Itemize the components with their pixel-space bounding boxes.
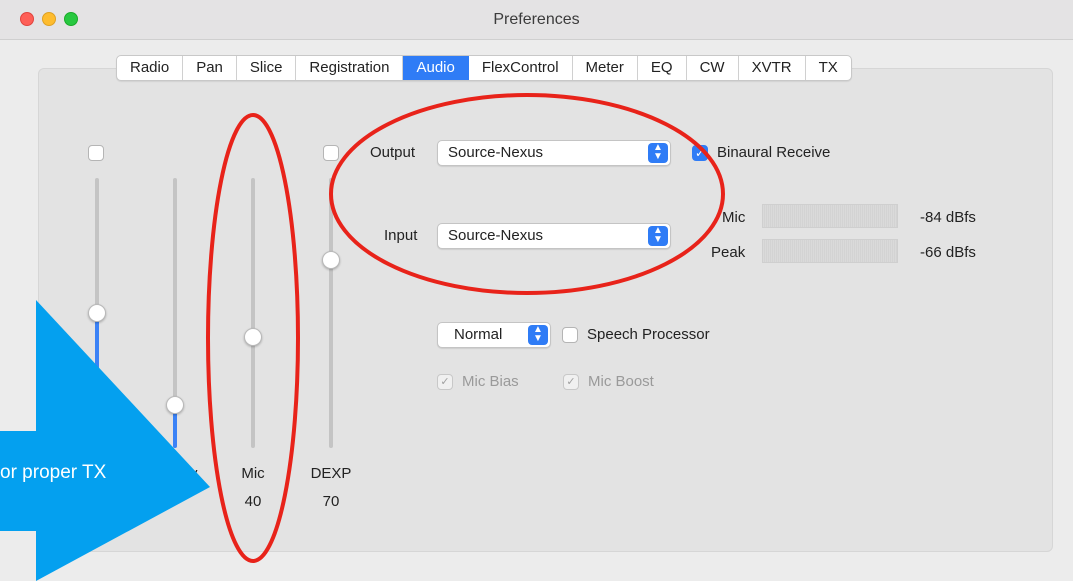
callout-arrow (0, 300, 210, 581)
callout-text: or proper TX (0, 462, 107, 483)
audio-io-highlight-ellipse (329, 93, 725, 295)
